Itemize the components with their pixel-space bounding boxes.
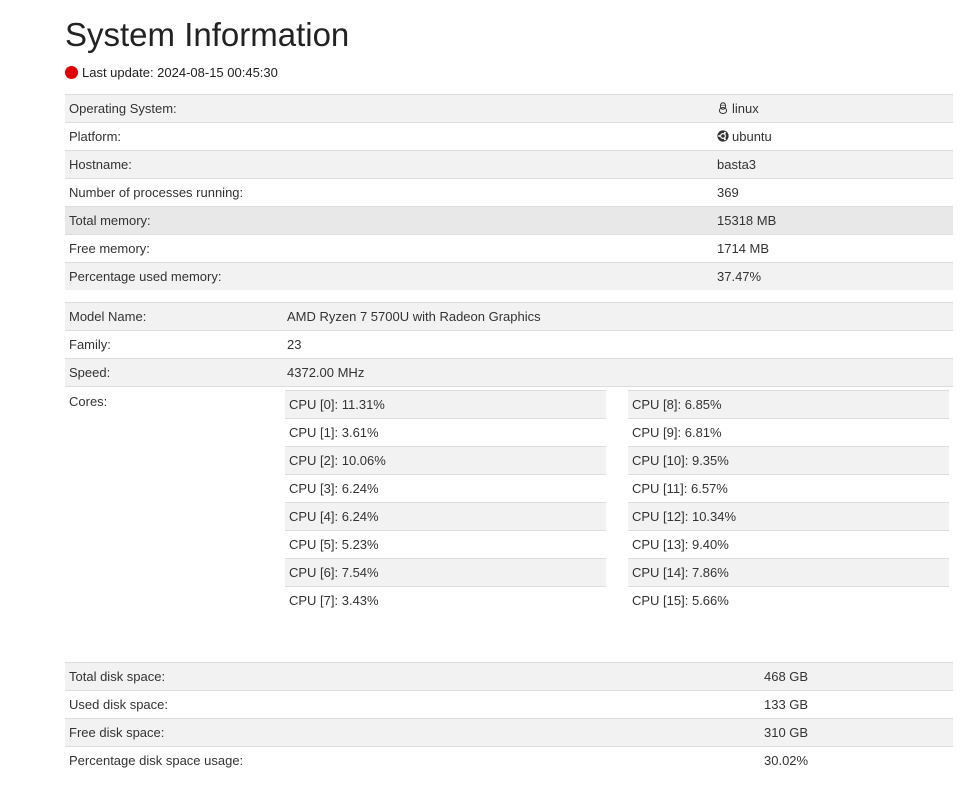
row-value: linux (713, 94, 953, 123)
last-update-text: Last update: 2024-08-15 00:45:30 (82, 64, 278, 80)
row-label: Platform: (65, 122, 713, 151)
cores-column-left: CPU [0]: 11.31% CPU [1]: 3.61% CPU [2]: … (285, 390, 606, 614)
core-item: CPU [10]: 9.35% (628, 446, 949, 474)
row-label: Number of processes running: (65, 178, 713, 207)
table-row-speed: Speed: 4372.00 MHz (65, 358, 953, 387)
page-title: System Information (65, 16, 350, 53)
core-item: CPU [0]: 11.31% (285, 390, 606, 418)
row-label: Operating System: (65, 94, 713, 123)
system-info-table: Operating System: linux Platform: ubuntu… (65, 94, 953, 290)
cores-container: CPU [0]: 11.31% CPU [1]: 3.61% CPU [2]: … (283, 386, 953, 614)
ubuntu-icon (717, 130, 729, 142)
row-value: AMD Ryzen 7 5700U with Radeon Graphics (283, 302, 953, 331)
row-label: Percentage used memory: (65, 262, 713, 290)
table-row-percentage-disk: Percentage disk space usage: 30.02% (65, 746, 953, 774)
linux-tux-icon (718, 102, 728, 114)
row-value: 15318 MB (713, 206, 953, 235)
core-item: CPU [7]: 3.43% (285, 586, 606, 614)
row-label: Total disk space: (65, 662, 760, 691)
core-item: CPU [12]: 10.34% (628, 502, 949, 530)
row-value: 468 GB (760, 662, 953, 691)
row-value: 1714 MB (713, 234, 953, 263)
row-label: Family: (65, 330, 283, 359)
row-value: 37.47% (713, 262, 953, 290)
row-label: Cores: (65, 386, 283, 614)
row-value: 310 GB (760, 718, 953, 747)
table-row-total-memory: Total memory: 15318 MB (65, 206, 953, 235)
row-value: basta3 (713, 150, 953, 179)
core-item: CPU [11]: 6.57% (628, 474, 949, 502)
row-label: Model Name: (65, 302, 283, 331)
table-row-free-disk: Free disk space: 310 GB (65, 718, 953, 747)
table-row-operating-system: Operating System: linux (65, 94, 953, 123)
table-row-family: Family: 23 (65, 330, 953, 359)
core-item: CPU [9]: 6.81% (628, 418, 949, 446)
row-label: Percentage disk space usage: (65, 746, 760, 774)
core-item: CPU [4]: 6.24% (285, 502, 606, 530)
core-item: CPU [13]: 9.40% (628, 530, 949, 558)
row-value: 30.02% (760, 746, 953, 774)
row-label: Total memory: (65, 206, 713, 235)
table-row-model-name: Model Name: AMD Ryzen 7 5700U with Radeo… (65, 302, 953, 331)
cpu-info-table: Model Name: AMD Ryzen 7 5700U with Radeo… (65, 302, 953, 614)
table-row-used-disk: Used disk space: 133 GB (65, 690, 953, 719)
row-label: Free disk space: (65, 718, 760, 747)
core-item: CPU [8]: 6.85% (628, 390, 949, 418)
cores-column-right: CPU [8]: 6.85% CPU [9]: 6.81% CPU [10]: … (628, 390, 949, 614)
row-label: Used disk space: (65, 690, 760, 719)
core-item: CPU [3]: 6.24% (285, 474, 606, 502)
core-item: CPU [2]: 10.06% (285, 446, 606, 474)
core-item: CPU [5]: 5.23% (285, 530, 606, 558)
core-item: CPU [15]: 5.66% (628, 586, 949, 614)
table-row-processes: Number of processes running: 369 (65, 178, 953, 207)
row-value: 369 (713, 178, 953, 207)
disk-info-table: Total disk space: 468 GB Used disk space… (65, 662, 953, 774)
row-label: Speed: (65, 358, 283, 387)
table-row-cores: Cores: CPU [0]: 11.31% CPU [1]: 3.61% CP… (65, 386, 953, 614)
last-update-status: Last update: 2024-08-15 00:45:30 (65, 63, 278, 81)
row-label: Hostname: (65, 150, 713, 179)
row-label: Free memory: (65, 234, 713, 263)
os-value: linux (732, 101, 759, 116)
platform-value: ubuntu (732, 129, 772, 144)
row-value: ubuntu (713, 122, 953, 151)
table-row-hostname: Hostname: basta3 (65, 150, 953, 179)
status-indicator-icon (65, 65, 78, 79)
table-row-platform: Platform: ubuntu (65, 122, 953, 151)
row-value: 133 GB (760, 690, 953, 719)
table-row-total-disk: Total disk space: 468 GB (65, 662, 953, 691)
row-value: 4372.00 MHz (283, 358, 953, 387)
core-item: CPU [14]: 7.86% (628, 558, 949, 586)
table-row-percentage-memory: Percentage used memory: 37.47% (65, 262, 953, 290)
cores-grid: CPU [0]: 11.31% CPU [1]: 3.61% CPU [2]: … (285, 390, 949, 614)
row-value: 23 (283, 330, 953, 359)
core-item: CPU [1]: 3.61% (285, 418, 606, 446)
core-item: CPU [6]: 7.54% (285, 558, 606, 586)
table-row-free-memory: Free memory: 1714 MB (65, 234, 953, 263)
system-information-page: System Information Last update: 2024-08-… (0, 0, 971, 789)
